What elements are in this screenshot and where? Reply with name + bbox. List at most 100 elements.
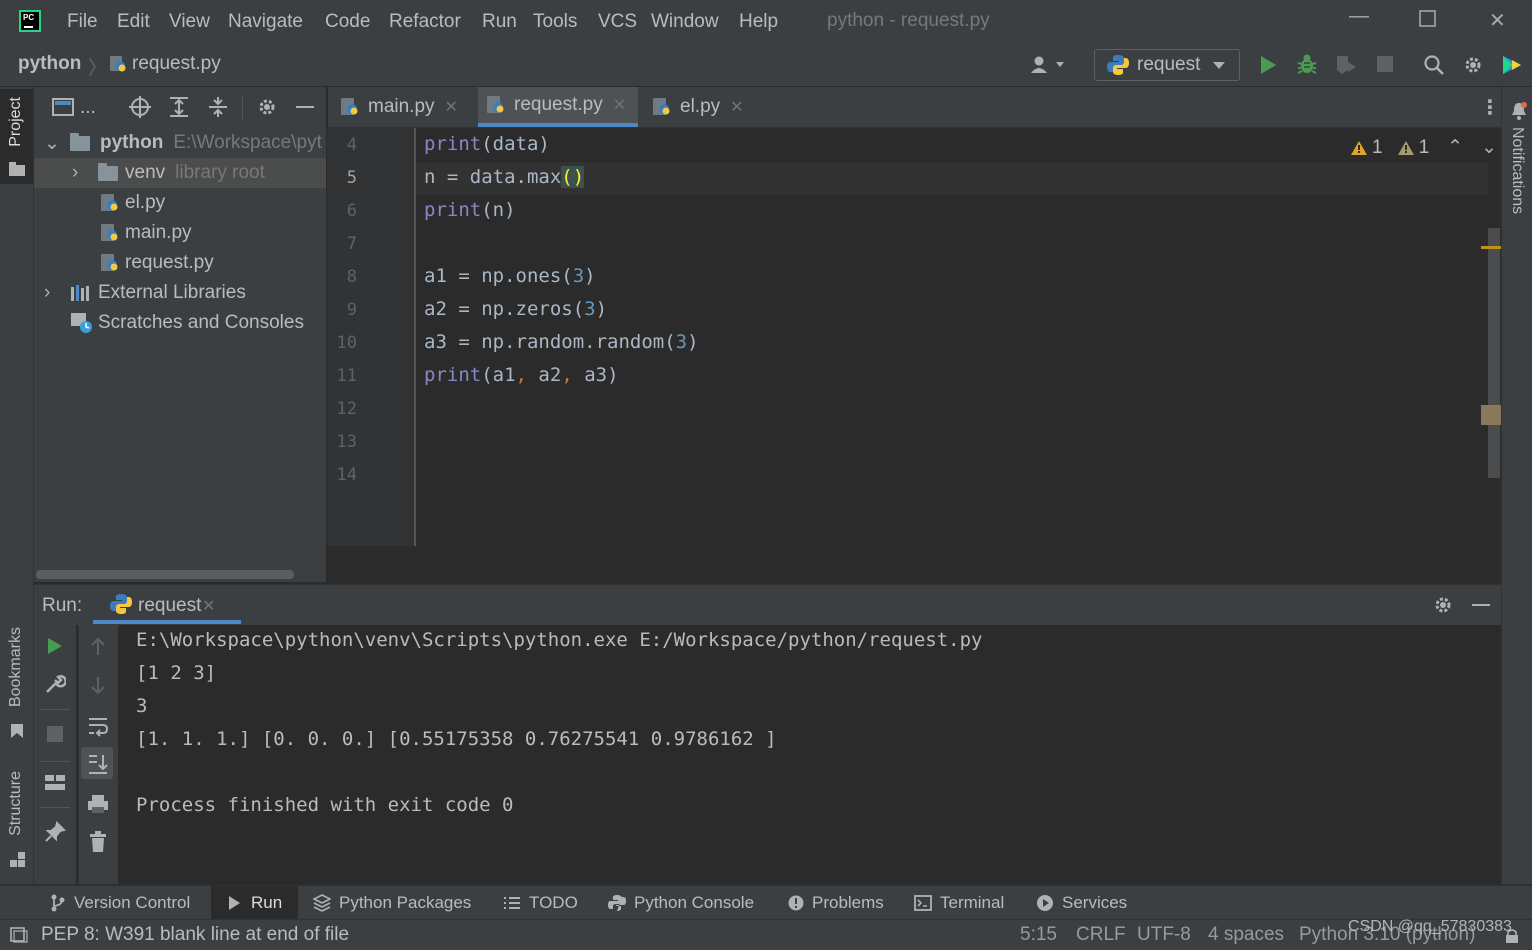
breadcrumb-file[interactable]: request.py xyxy=(132,53,221,75)
bookmarks-tool-button[interactable]: Bookmarks xyxy=(7,627,25,707)
scroll-to-end-icon[interactable] xyxy=(87,753,109,775)
user-icon[interactable] xyxy=(1030,55,1070,75)
settings-gear-icon[interactable] xyxy=(1462,54,1484,76)
expand-all-icon[interactable] xyxy=(169,96,189,118)
coverage-button-icon[interactable] xyxy=(1334,54,1358,76)
tree-item-python[interactable]: ⌄ python E:\Workspace\pyt xyxy=(34,128,326,158)
tree-item-scratches[interactable]: Scratches and Consoles xyxy=(34,308,326,338)
minimize-button[interactable]: — xyxy=(1349,5,1369,28)
line-number: 6 xyxy=(346,201,357,221)
up-arrow-icon[interactable] xyxy=(89,637,107,657)
trash-icon[interactable] xyxy=(88,831,108,853)
layout-icon[interactable] xyxy=(44,773,66,793)
structure-tool-button[interactable]: Structure xyxy=(7,771,25,836)
tree-item-external-libraries[interactable]: › External Libraries xyxy=(34,278,326,308)
run-console[interactable] xyxy=(118,625,1501,884)
editor-vertical-scrollbar[interactable] xyxy=(1488,228,1500,478)
close-run-tab-icon[interactable]: ✕ xyxy=(202,596,215,616)
menu-view[interactable]: View xyxy=(169,11,210,33)
soft-wrap-icon[interactable] xyxy=(87,715,109,737)
run-configuration-selector[interactable]: request xyxy=(1094,49,1240,81)
menu-vcs[interactable]: VCS xyxy=(598,11,637,33)
indent-setting[interactable]: 4 spaces xyxy=(1208,924,1284,946)
menu-help[interactable]: Help xyxy=(739,11,778,33)
notifications-bell-icon[interactable] xyxy=(1510,101,1528,121)
collapse-all-icon[interactable] xyxy=(208,96,228,118)
previous-highlight-icon[interactable]: ⌃ xyxy=(1447,136,1463,159)
code-with-me-icon[interactable] xyxy=(1500,53,1524,77)
caret-stripe-marker[interactable] xyxy=(1481,405,1501,425)
code-line-11: print(a1, a2, a3) xyxy=(424,364,619,386)
run-settings-gear-icon[interactable] xyxy=(1432,594,1454,616)
chevron-right-icon: › xyxy=(44,282,51,303)
python-file-icon xyxy=(110,56,126,72)
tree-item-request-py[interactable]: request.py xyxy=(34,248,326,278)
wrench-icon[interactable] xyxy=(44,673,66,695)
stop-button[interactable] xyxy=(1376,55,1394,73)
breadcrumb-project[interactable]: python xyxy=(18,53,81,75)
stop-button[interactable] xyxy=(46,725,64,743)
close-tab-icon[interactable]: ✕ xyxy=(445,97,458,117)
locate-file-icon[interactable] xyxy=(129,96,151,118)
project-settings-gear-icon[interactable] xyxy=(256,96,278,118)
project-view-dropdown[interactable]: ... xyxy=(80,97,96,119)
tree-item-el-py[interactable]: el.py xyxy=(34,188,326,218)
menu-refactor[interactable]: Refactor xyxy=(389,11,461,33)
print-icon[interactable] xyxy=(87,793,109,815)
notifications-tool-button[interactable]: Notifications xyxy=(1508,127,1526,214)
close-tab-icon[interactable]: ✕ xyxy=(730,97,743,117)
tool-services[interactable]: Services xyxy=(1036,893,1127,913)
project-tool-button[interactable]: Project xyxy=(7,97,25,147)
scratches-icon xyxy=(71,313,92,333)
warning-stripe-marker[interactable] xyxy=(1481,246,1501,249)
toggle-tool-windows-icon[interactable] xyxy=(10,927,28,943)
close-tab-icon[interactable]: ✕ xyxy=(613,95,626,115)
warning-count: 1 xyxy=(1372,136,1383,158)
pin-icon[interactable] xyxy=(44,821,66,843)
line-number: 12 xyxy=(336,399,357,419)
library-root-label: library root xyxy=(175,162,265,183)
more-tabs-icon[interactable]: ⋮ xyxy=(1480,95,1500,120)
tool-terminal[interactable]: Terminal xyxy=(914,893,1004,913)
project-horizontal-scrollbar[interactable] xyxy=(36,570,294,579)
inspection-widget[interactable]: 1 1 ⌃ ⌄ xyxy=(1350,136,1497,159)
tool-run[interactable]: Run xyxy=(211,886,299,920)
pycharm-logo-icon: PC xyxy=(19,10,41,32)
maximize-button[interactable] xyxy=(1419,10,1437,34)
menu-code[interactable]: Code xyxy=(325,11,370,33)
search-icon[interactable] xyxy=(1423,54,1445,76)
file-encoding[interactable]: UTF-8 xyxy=(1137,924,1191,946)
tree-item-label: main.py xyxy=(125,222,192,243)
debug-button[interactable] xyxy=(1296,53,1318,75)
tab-main-py[interactable]: main.py ✕ xyxy=(340,87,475,127)
tool-python-packages[interactable]: Python Packages xyxy=(313,893,471,913)
close-window-button[interactable]: ✕ xyxy=(1489,8,1506,33)
hide-panel-button[interactable] xyxy=(296,106,314,108)
rerun-button[interactable] xyxy=(46,636,64,656)
menu-window[interactable]: Window xyxy=(651,11,719,33)
tab-el-py[interactable]: el.py ✕ xyxy=(652,87,762,127)
menu-navigate[interactable]: Navigate xyxy=(228,11,303,33)
tree-item-venv[interactable]: › venv library root xyxy=(34,158,326,188)
run-window-title: Run: xyxy=(42,595,83,616)
caret-position[interactable]: 5:15 xyxy=(1020,924,1057,946)
next-highlight-icon[interactable]: ⌄ xyxy=(1481,136,1497,159)
hide-run-window-button[interactable] xyxy=(1472,604,1490,606)
menu-file[interactable]: File xyxy=(67,11,98,33)
run-button[interactable] xyxy=(1258,54,1278,76)
run-tab-request[interactable]: request xyxy=(138,595,201,617)
tab-request-py[interactable]: request.py ✕ xyxy=(478,87,638,127)
down-arrow-icon[interactable] xyxy=(89,675,107,695)
tool-python-console[interactable]: Python Console xyxy=(608,893,754,913)
tool-problems[interactable]: Problems xyxy=(788,893,884,913)
menu-run[interactable]: Run xyxy=(482,11,517,33)
tool-todo[interactable]: TODO xyxy=(503,893,578,913)
status-message[interactable]: PEP 8: W391 blank line at end of file xyxy=(41,924,349,946)
line-separator[interactable]: CRLF xyxy=(1076,924,1126,946)
menu-tools[interactable]: Tools xyxy=(533,11,577,33)
tool-version-control[interactable]: Version Control xyxy=(50,893,190,913)
menu-edit[interactable]: Edit xyxy=(117,11,150,33)
project-view-icon[interactable] xyxy=(52,98,74,116)
python-icon xyxy=(110,594,132,614)
tree-item-main-py[interactable]: main.py xyxy=(34,218,326,248)
